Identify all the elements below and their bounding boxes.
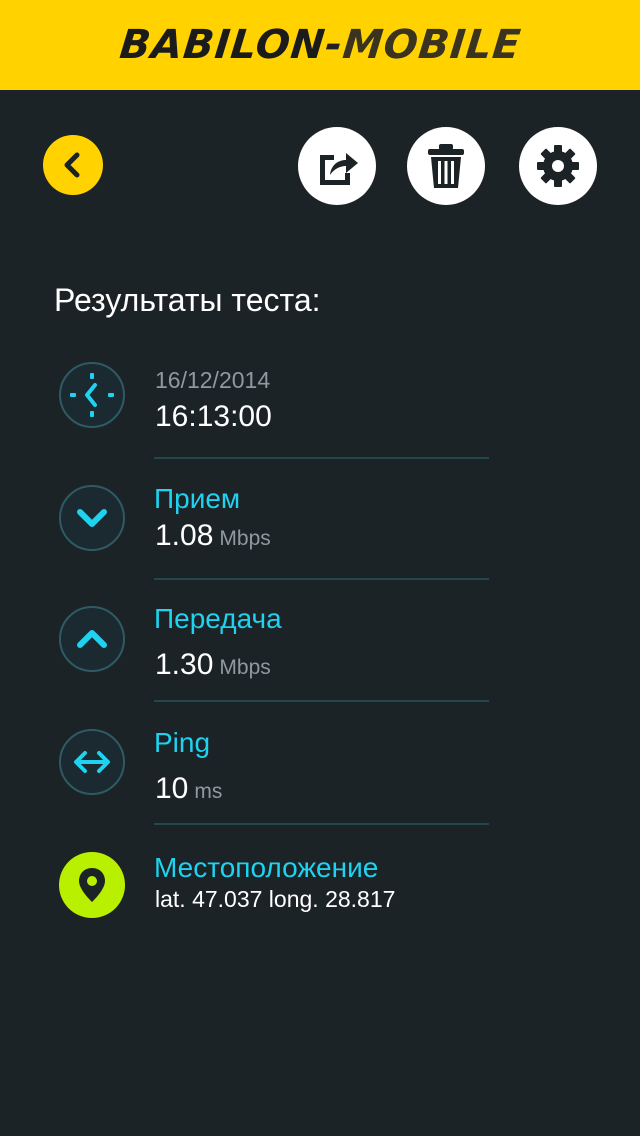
ping-unit: ms [194,780,223,803]
test-date: 16/12/2014 [155,367,271,393]
upload-icon-badge [59,606,125,672]
upload-label: Передача [154,603,282,634]
ping-icon-badge [59,729,125,795]
divider [154,700,489,702]
location-icon-badge [59,852,125,918]
upload-unit: Mbps [219,656,271,679]
divider [154,457,489,459]
test-time: 16:13:00 [155,400,272,433]
chevron-left-icon [64,152,80,178]
download-icon-badge [59,485,125,551]
ping-label: Ping [154,727,211,758]
location-label: Местоположение [154,852,379,883]
gear-icon [537,145,579,187]
brand-logo: BABILON-MOBILE [117,22,523,68]
ping-value-line: 10 ms [155,772,222,806]
download-value-line: 1.08 Mbps [155,519,271,553]
upload-value-line: 1.30 Mbps [155,648,271,682]
download-unit: Mbps [219,527,271,550]
chevron-up-icon [77,630,107,648]
delete-button[interactable] [407,127,485,205]
share-button[interactable] [298,127,376,205]
app-header: BABILON-MOBILE [0,0,640,90]
download-label: Прием [154,483,241,514]
arrows-horizontal-icon [74,751,110,773]
ping-value: 10 [155,772,189,805]
page-title: Результаты теста: [54,282,321,318]
settings-button[interactable] [519,127,597,205]
divider [154,823,489,825]
trash-icon [428,144,464,188]
download-value: 1.08 [155,519,214,552]
divider [154,578,489,580]
back-button[interactable] [43,135,103,195]
upload-value: 1.30 [155,648,214,681]
location-coords: lat. 47.037 long. 28.817 [155,886,396,912]
clock-icon [70,373,114,417]
map-pin-icon [79,868,105,902]
clock-icon-badge [59,362,125,428]
chevron-down-icon [77,509,107,527]
share-icon [320,153,358,185]
